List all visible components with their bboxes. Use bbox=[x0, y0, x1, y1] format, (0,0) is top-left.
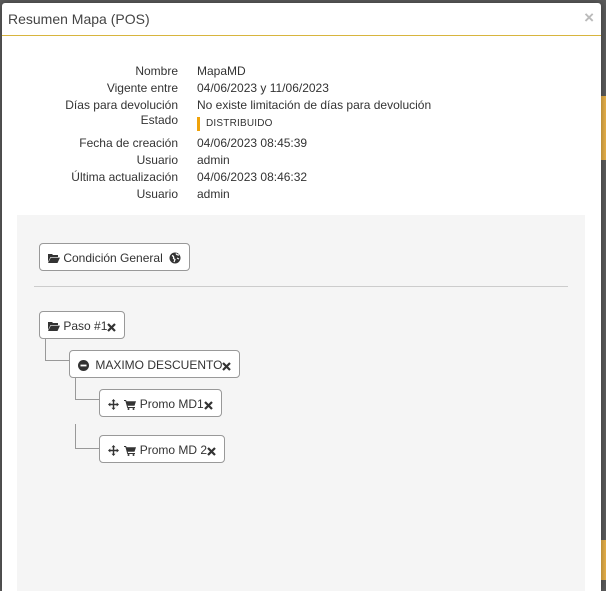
general-condition-node[interactable]: Condición General bbox=[39, 243, 191, 271]
status-badge: DISTRIBUIDO bbox=[197, 117, 273, 131]
summary-label: Fecha de creación bbox=[79, 136, 178, 150]
summary-label: Última actualización bbox=[71, 170, 178, 184]
summary-label: Nombre bbox=[135, 64, 178, 78]
summary-row-fecha-creacion: Fecha de creación 04/06/2023 08:45:39 bbox=[2, 135, 601, 152]
remove-icon[interactable] bbox=[107, 323, 117, 332]
minus-circle-icon bbox=[78, 360, 89, 371]
modal-title: Resumen Mapa (POS) bbox=[8, 11, 150, 27]
remove-icon[interactable] bbox=[207, 447, 216, 456]
summary-label: Estado bbox=[140, 113, 178, 127]
folder-open-icon bbox=[48, 254, 60, 263]
group-node[interactable]: MAXIMO DESCUENTO bbox=[69, 350, 241, 378]
promo-label: Promo MD 2 bbox=[139, 443, 208, 457]
summary-row-estado: Estado DISTRIBUIDO bbox=[2, 113, 601, 135]
tree-connector bbox=[75, 424, 100, 449]
cart-icon bbox=[124, 446, 137, 456]
summary-value: MapaMD bbox=[197, 64, 246, 78]
cart-icon bbox=[124, 400, 137, 410]
summary-value: No existe limitación de días para devolu… bbox=[197, 98, 432, 112]
close-icon[interactable]: × bbox=[584, 9, 594, 27]
move-icon[interactable] bbox=[108, 399, 119, 410]
folder-open-icon bbox=[48, 322, 60, 331]
summary-row-usuario-actualizacion: Usuario admin bbox=[2, 186, 601, 203]
summary-modal: Resumen Mapa (POS) × Nombre MapaMD Vigen… bbox=[2, 3, 601, 591]
summary-value: 04/06/2023 08:46:32 bbox=[197, 170, 308, 184]
divider bbox=[34, 286, 568, 287]
status-value: DISTRIBUIDO bbox=[197, 114, 273, 131]
summary-value: 04/06/2023 y 11/06/2023 bbox=[197, 81, 329, 95]
tree-connector bbox=[45, 338, 71, 361]
summary-label: Usuario bbox=[136, 153, 178, 167]
conditions-tree-canvas: Condición General Paso #1 MAXIMO DESCUEN… bbox=[17, 215, 585, 591]
step-node[interactable]: Paso #1 bbox=[39, 311, 126, 339]
globe-icon bbox=[169, 252, 181, 264]
group-label: MAXIMO DESCUENTO bbox=[95, 358, 223, 372]
summary-value: admin bbox=[197, 187, 230, 201]
general-condition-label: Condición General bbox=[63, 251, 163, 265]
step-label: Paso #1 bbox=[63, 319, 108, 333]
summary-value: 04/06/2023 08:45:39 bbox=[197, 136, 308, 150]
summary-row-devolucion: Días para devolución No existe limitació… bbox=[2, 97, 601, 114]
move-icon[interactable] bbox=[108, 445, 119, 456]
summary-row-vigencia: Vigente entre 04/06/2023 y 11/06/2023 bbox=[2, 80, 601, 97]
summary-label: Usuario bbox=[136, 187, 178, 201]
promo-node[interactable]: Promo MD1 bbox=[99, 389, 222, 417]
remove-icon[interactable] bbox=[203, 401, 213, 410]
summary-row-usuario-creacion: Usuario admin bbox=[2, 152, 601, 169]
promo-node[interactable]: Promo MD 2 bbox=[99, 435, 226, 463]
summary-value: admin bbox=[197, 153, 230, 167]
promo-label: Promo MD1 bbox=[139, 397, 204, 411]
summary-row-ultima-actualizacion: Última actualización 04/06/2023 08:46:32 bbox=[2, 169, 601, 186]
tree-connector bbox=[75, 376, 100, 400]
summary-label: Vigente entre bbox=[106, 81, 178, 95]
modal-header: Resumen Mapa (POS) × bbox=[2, 3, 601, 36]
summary-row-nombre: Nombre MapaMD bbox=[2, 63, 601, 80]
remove-icon[interactable] bbox=[222, 362, 232, 371]
map-summary: Nombre MapaMD Vigente entre 04/06/2023 y… bbox=[2, 63, 601, 203]
